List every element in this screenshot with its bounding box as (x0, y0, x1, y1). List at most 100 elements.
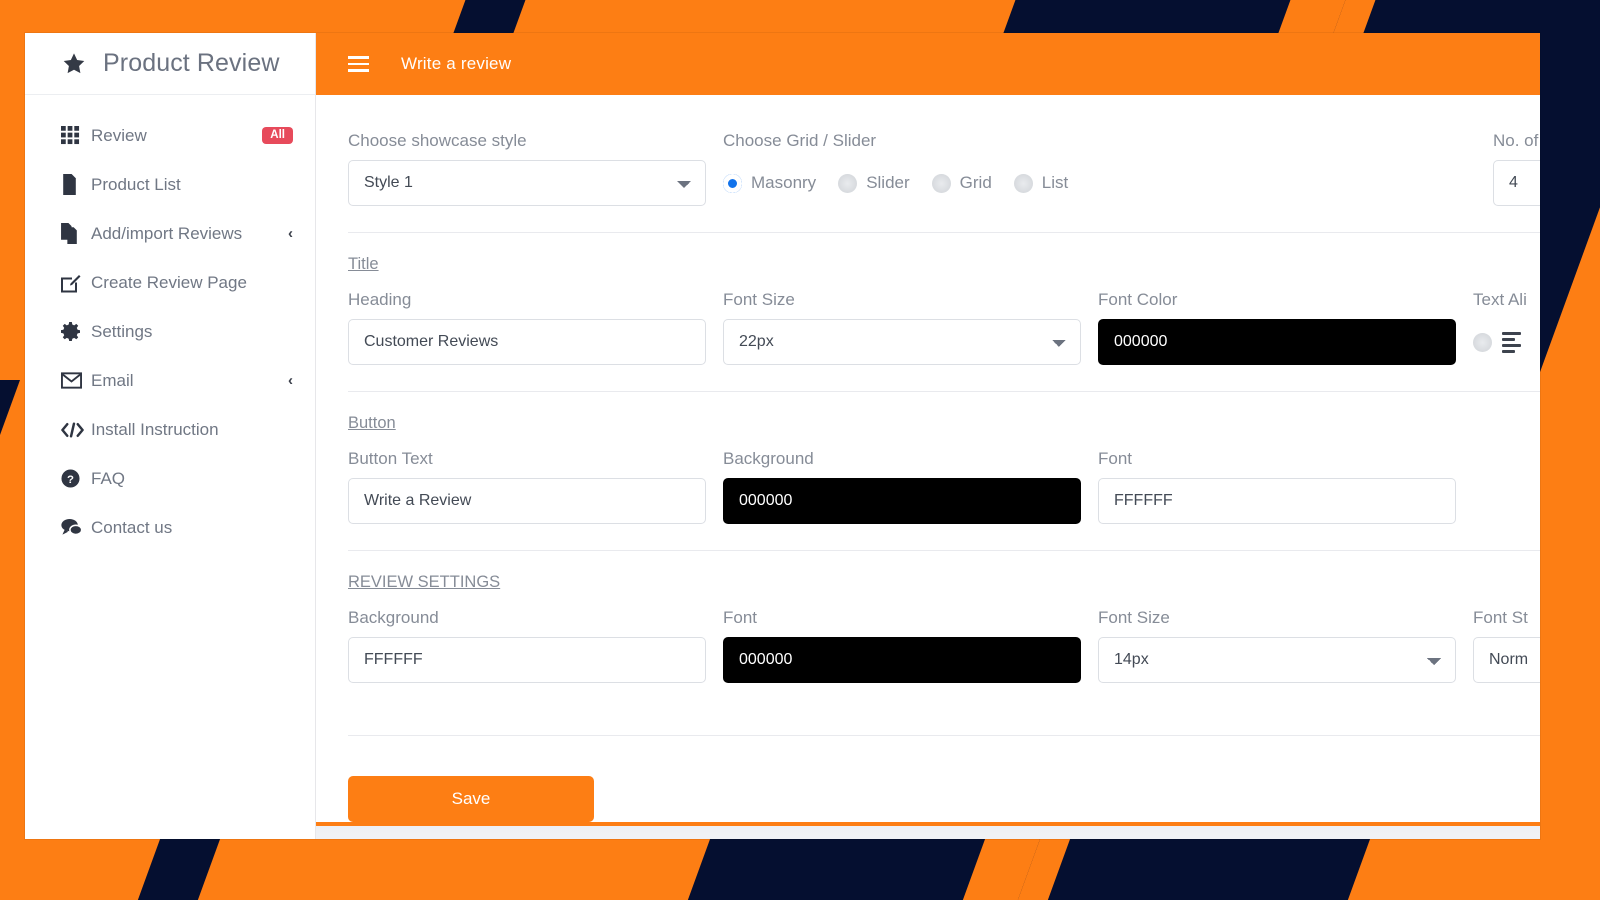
no-of-columns-field: No. of c (1493, 131, 1540, 206)
app-window: Product Review Review All (25, 33, 1540, 839)
file-icon (61, 174, 91, 195)
sidebar-item-label: Email (91, 371, 282, 391)
review-settings-label: REVIEW SETTINGS (348, 573, 500, 592)
svg-text:?: ? (67, 474, 74, 486)
radio-dot-masonry[interactable] (723, 174, 742, 193)
title-section: Title Heading Font Size 22px (348, 255, 1540, 392)
topbar: Write a review (316, 33, 1540, 95)
review-background-input[interactable] (348, 637, 706, 683)
settings-card: Choose showcase style Style 1 Choose Gri… (316, 95, 1540, 826)
review-font-size-label: Font Size (1098, 608, 1455, 628)
chat-icon (61, 518, 91, 537)
sidebar-item-label: Create Review Page (91, 273, 293, 293)
showcase-row: Choose showcase style Style 1 Choose Gri… (348, 131, 1540, 233)
radio-option-slider[interactable]: Slider (838, 173, 909, 193)
text-align-group (1473, 319, 1540, 365)
backdrop-stripe (0, 380, 20, 900)
text-align-label: Text Ali (1473, 290, 1540, 310)
chevron-left-icon[interactable]: ‹ (288, 372, 293, 389)
sidebar-item-label: Product List (91, 175, 293, 195)
review-font-field: Font (723, 608, 1098, 683)
radio-dot-slider[interactable] (838, 174, 857, 193)
chevron-left-icon[interactable]: ‹ (288, 225, 293, 242)
sidebar-item-product-list[interactable]: Product List (25, 160, 315, 209)
radio-label: List (1042, 173, 1068, 193)
sidebar-item-label: FAQ (91, 469, 293, 489)
button-font-input[interactable] (1098, 478, 1456, 524)
review-background-field: Background (348, 608, 723, 683)
grid-icon (61, 126, 91, 145)
sidebar-nav: Review All Product List Add/import Revie (25, 95, 315, 552)
button-text-input[interactable] (348, 478, 706, 524)
sidebar-item-settings[interactable]: Settings (25, 307, 315, 356)
sidebar-item-review[interactable]: Review All (25, 111, 315, 160)
sidebar-item-install-instruction[interactable]: Install Instruction (25, 405, 315, 454)
title-font-size-select[interactable]: 22px (723, 319, 1081, 365)
review-font-style-input[interactable] (1473, 637, 1540, 683)
radio-dot-grid[interactable] (932, 174, 951, 193)
showcase-style-field: Choose showcase style Style 1 (348, 131, 723, 206)
button-section: Button Button Text Background (348, 414, 1540, 551)
question-icon: ? (61, 469, 91, 488)
title-font-color-input[interactable] (1098, 319, 1456, 365)
heading-field: Heading (348, 290, 723, 365)
grid-slider-field: Choose Grid / Slider Masonry Slider (723, 131, 1493, 206)
review-settings-section: REVIEW SETTINGS Background Font (348, 573, 1540, 736)
button-text-field: Button Text (348, 449, 723, 524)
button-text-label: Button Text (348, 449, 705, 469)
grid-slider-radio-group: Masonry Slider Grid (723, 160, 1475, 206)
heading-label: Heading (348, 290, 705, 310)
grid-slider-label: Choose Grid / Slider (723, 131, 1475, 151)
button-background-label: Background (723, 449, 1080, 469)
sidebar-item-faq[interactable]: ? FAQ (25, 454, 315, 503)
radio-label: Masonry (751, 173, 816, 193)
button-font-field: Font (1098, 449, 1473, 524)
radio-dot-text-align[interactable] (1473, 333, 1492, 352)
radio-option-grid[interactable]: Grid (932, 173, 992, 193)
button-background-field: Background (723, 449, 1098, 524)
review-settings-row: Background Font Font Size 14px (348, 608, 1540, 709)
page-title: Write a review (401, 54, 511, 74)
review-font-size-select[interactable]: 14px (1098, 637, 1456, 683)
sidebar-item-add-import-reviews[interactable]: Add/import Reviews ‹ (25, 209, 315, 258)
title-row: Heading Font Size 22px Font Color (348, 290, 1540, 392)
radio-label: Slider (866, 173, 909, 193)
brand-title: Product Review (103, 49, 279, 78)
main-area: Write a review Choose showcase style Sty… (316, 33, 1540, 839)
edit-icon (61, 273, 91, 293)
heading-input[interactable] (348, 319, 706, 365)
text-align-field: Text Ali (1473, 290, 1540, 365)
showcase-style-select[interactable]: Style 1 (348, 160, 706, 206)
gear-icon (61, 322, 91, 341)
review-font-style-field: Font St (1473, 608, 1540, 683)
button-section-label: Button (348, 414, 396, 433)
sidebar-item-contact-us[interactable]: Contact us (25, 503, 315, 552)
sidebar-item-create-review-page[interactable]: Create Review Page (25, 258, 315, 307)
review-font-style-label: Font St (1473, 608, 1540, 628)
sidebar-item-label: Add/import Reviews (91, 224, 282, 244)
button-background-input[interactable] (723, 478, 1081, 524)
copy-icon (61, 223, 91, 244)
radio-option-masonry[interactable]: Masonry (723, 173, 816, 193)
sidebar: Product Review Review All (25, 33, 316, 839)
sidebar-item-email[interactable]: Email ‹ (25, 356, 315, 405)
title-font-size-field: Font Size 22px (723, 290, 1098, 365)
button-row: Button Text Background Font (348, 449, 1540, 551)
status-badge: All (262, 127, 293, 145)
brand-header[interactable]: Product Review (25, 33, 315, 95)
review-font-size-field: Font Size 14px (1098, 608, 1473, 683)
no-of-columns-input[interactable] (1493, 160, 1540, 206)
hamburger-icon[interactable] (348, 56, 369, 72)
review-background-label: Background (348, 608, 705, 628)
radio-dot-list[interactable] (1014, 174, 1033, 193)
title-section-label: Title (348, 255, 379, 274)
footer-strip (316, 826, 1540, 839)
code-icon (61, 422, 91, 438)
radio-option-list[interactable]: List (1014, 173, 1068, 193)
review-font-input[interactable] (723, 637, 1081, 683)
no-of-columns-label: No. of c (1493, 131, 1540, 151)
save-button[interactable]: Save (348, 776, 594, 822)
text-align-icon[interactable] (1502, 332, 1521, 353)
showcase-style-label: Choose showcase style (348, 131, 705, 151)
section-divider (348, 735, 1540, 736)
